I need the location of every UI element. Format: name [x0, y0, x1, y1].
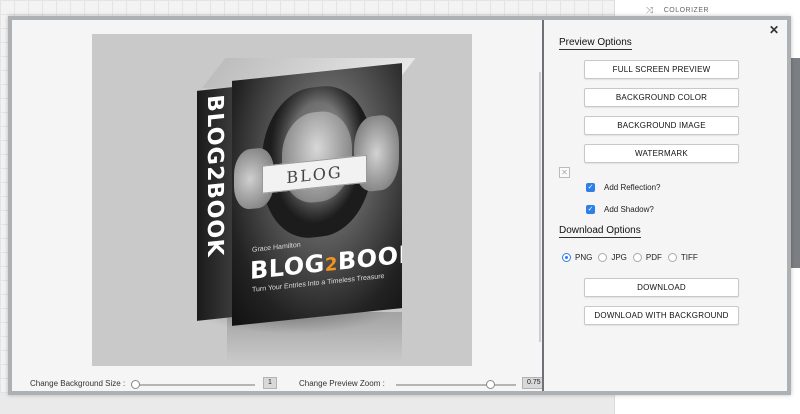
zoom-slider[interactable] — [396, 384, 516, 386]
format-jpg[interactable]: JPG — [598, 253, 627, 262]
add-shadow-checkbox[interactable]: ✓ — [586, 205, 595, 214]
options-panel: ✕ Preview Options FULL SCREEN PREVIEW BA… — [544, 20, 787, 391]
format-png-label: PNG — [575, 253, 593, 262]
add-reflection-label: Add Reflection? — [604, 183, 661, 192]
bg-size-slider-thumb[interactable] — [131, 380, 140, 389]
cover-preview-modal: BLOG2BOOK BLOG Grace Hamilton BLOG2BOOK … — [8, 16, 791, 395]
format-jpg-radio[interactable] — [598, 253, 608, 262]
colorizer-item[interactable]: ⤨ COLORIZER — [646, 4, 709, 16]
add-reflection-row[interactable]: ✓ Add Reflection? — [586, 183, 660, 192]
background-bottom-bar — [0, 393, 614, 414]
close-icon[interactable]: ✕ — [769, 23, 779, 37]
background-image-button[interactable]: BACKGROUND IMAGE — [584, 116, 739, 135]
format-jpg-label: JPG — [611, 253, 627, 262]
zoom-slider-thumb[interactable] — [486, 380, 495, 389]
preview-scrollbar[interactable] — [539, 72, 541, 342]
preview-canvas: BLOG2BOOK BLOG Grace Hamilton BLOG2BOOK … — [92, 34, 472, 366]
broken-image-icon: ✕ — [559, 167, 570, 178]
format-tiff[interactable]: TIFF — [667, 253, 698, 262]
add-shadow-row[interactable]: ✓ Add Shadow? — [586, 205, 654, 214]
spine-title: BLOG2BOOK — [202, 93, 227, 259]
download-button[interactable]: DOWNLOAD — [584, 278, 739, 297]
full-screen-preview-button[interactable]: FULL SCREEN PREVIEW — [584, 60, 739, 79]
bg-size-slider[interactable] — [131, 384, 255, 386]
format-pdf-radio[interactable] — [632, 253, 642, 262]
format-png[interactable]: PNG — [562, 253, 592, 262]
format-tiff-radio[interactable] — [667, 253, 677, 262]
preview-options-title: Preview Options — [559, 37, 632, 50]
zoom-label: Change Preview Zoom : — [299, 379, 385, 388]
book-front-cover: BLOG Grace Hamilton BLOG2BOOK Turn Your … — [232, 63, 402, 326]
bg-size-label: Change Background Size : — [30, 379, 126, 388]
book-spine: BLOG2BOOK — [197, 87, 232, 321]
format-radio-group: PNG JPG PDF TIFF — [562, 253, 704, 262]
download-with-background-button[interactable]: DOWNLOAD WITH BACKGROUND — [584, 306, 739, 325]
cover-title-accent: 2 — [324, 253, 338, 277]
add-reflection-checkbox[interactable]: ✓ — [586, 183, 595, 192]
shuffle-icon: ⤨ — [646, 4, 654, 15]
add-shadow-label: Add Shadow? — [604, 205, 654, 214]
bg-size-value: 1 — [263, 377, 277, 389]
preview-area: BLOG2BOOK BLOG Grace Hamilton BLOG2BOOK … — [12, 20, 546, 391]
format-pdf-label: PDF — [645, 253, 662, 262]
format-pdf[interactable]: PDF — [632, 253, 662, 262]
format-tiff-label: TIFF — [680, 253, 698, 262]
watermark-button[interactable]: WATERMARK — [584, 144, 739, 163]
download-options-title: Download Options — [559, 225, 641, 238]
cover-title-part2: BOOK — [337, 239, 402, 276]
background-color-button[interactable]: BACKGROUND COLOR — [584, 88, 739, 107]
colorizer-label: COLORIZER — [663, 6, 710, 14]
format-png-radio[interactable] — [562, 253, 571, 262]
